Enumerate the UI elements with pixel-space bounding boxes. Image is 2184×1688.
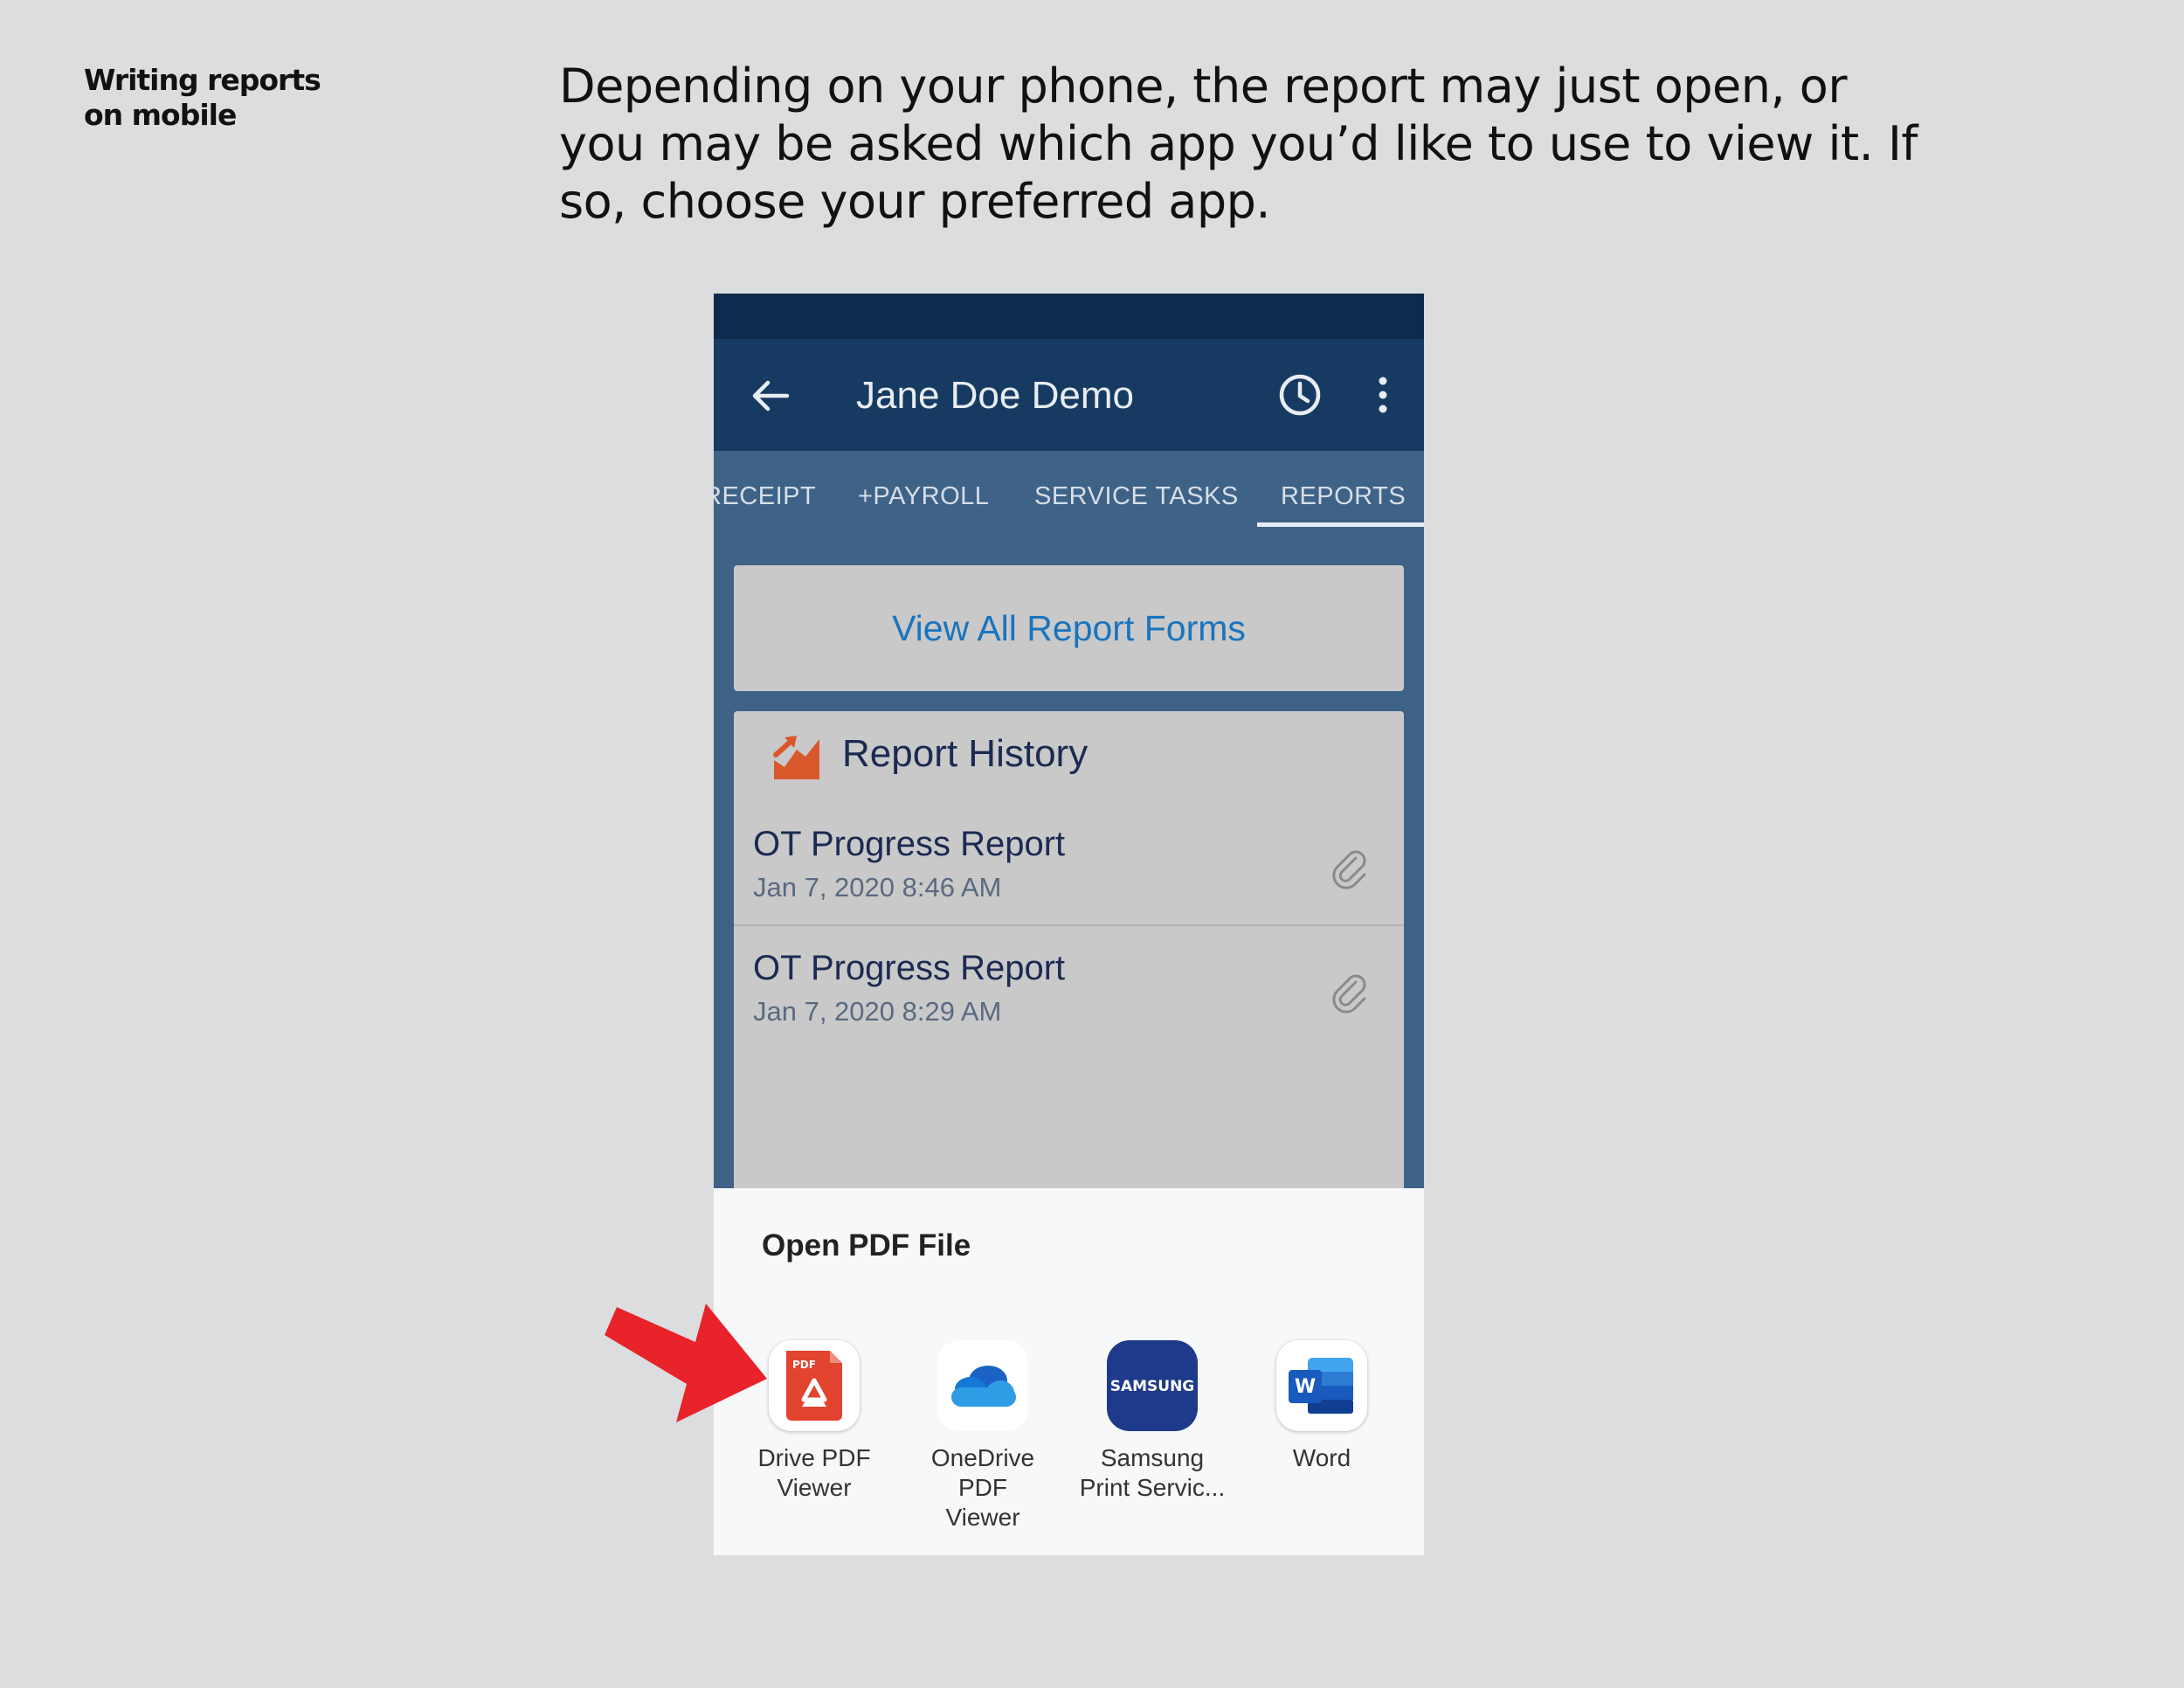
report-title: OT Progress Report [753,825,1066,863]
word-icon-text: W [1295,1376,1316,1398]
row-divider [734,924,1404,926]
samsung-icon[interactable]: SAMSUNG [1107,1340,1198,1431]
instruction-text: Depending on your phone, the report may … [559,59,1918,229]
drive-pdf-icon[interactable]: PDF [769,1340,860,1431]
app-option-label: Viewer [777,1474,852,1501]
tab-receipt[interactable]: RECEIPT [714,482,816,511]
word-icon[interactable]: W [1276,1340,1367,1431]
app-option-label: OneDrive PDF [930,1444,1035,1501]
onedrive-icon[interactable] [937,1340,1028,1431]
app-option-label: Word [1292,1444,1351,1471]
svg-text:PDF: PDF [792,1359,816,1371]
app-option-label: Drive PDF [757,1444,871,1471]
phone-screenshot: Jane Doe Demo RECEIPT +PAYROLL SERVICE T… [714,294,1424,1555]
report-row[interactable]: OT Progress Report Jan 7, 2020 8:46 AM [734,814,1404,938]
tab-service-tasks[interactable]: SERVICE TASKS [1034,482,1239,511]
view-all-report-forms-button[interactable]: View All Report Forms [734,565,1404,691]
samsung-icon-text: SAMSUNG [1110,1378,1195,1395]
section-label: Writing reports on mobile [84,63,346,133]
attachment-icon[interactable] [1328,846,1372,889]
chart-growth-icon [773,736,819,779]
status-bar [714,294,1424,339]
tab-payroll[interactable]: +PAYROLL [858,482,989,511]
report-date: Jan 7, 2020 8:46 AM [753,872,1002,903]
tab-reports[interactable]: REPORTS [1281,482,1406,511]
app-option-onedrive-pdf-viewer[interactable]: OneDrive PDF Viewer [904,1340,1061,1532]
app-title: Jane Doe Demo [856,374,1134,417]
tab-selected-indicator [1257,522,1424,527]
app-bar: Jane Doe Demo [714,339,1424,451]
app-option-label: Viewer [945,1504,1020,1531]
app-option-label: Print Servic... [1079,1474,1226,1501]
report-history-title: Report History [842,732,1089,775]
clock-icon[interactable] [1275,370,1324,419]
report-date: Jan 7, 2020 8:29 AM [753,996,1002,1027]
attachment-icon[interactable] [1328,970,1372,1013]
report-row[interactable]: OT Progress Report Jan 7, 2020 8:29 AM [734,938,1404,1062]
sheet-title: Open PDF File [762,1228,971,1263]
back-arrow-icon[interactable] [749,374,792,418]
tab-bar: RECEIPT +PAYROLL SERVICE TASKS REPORTS [714,451,1424,528]
open-with-bottom-sheet: Open PDF File PDF Drive PDF Viewer OneDr… [714,1188,1424,1555]
report-title: OT Progress Report [753,949,1066,987]
more-vert-icon[interactable] [1365,372,1400,418]
pointer-arrow-icon [605,1304,767,1422]
app-option-word[interactable]: W Word [1243,1340,1400,1473]
section-label-line2: on mobile [84,98,237,132]
app-option-samsung-print-service[interactable]: SAMSUNG Samsung Print Servic... [1074,1340,1231,1503]
app-option-label: Samsung [1100,1444,1205,1471]
section-label-line1: Writing reports [84,63,321,97]
